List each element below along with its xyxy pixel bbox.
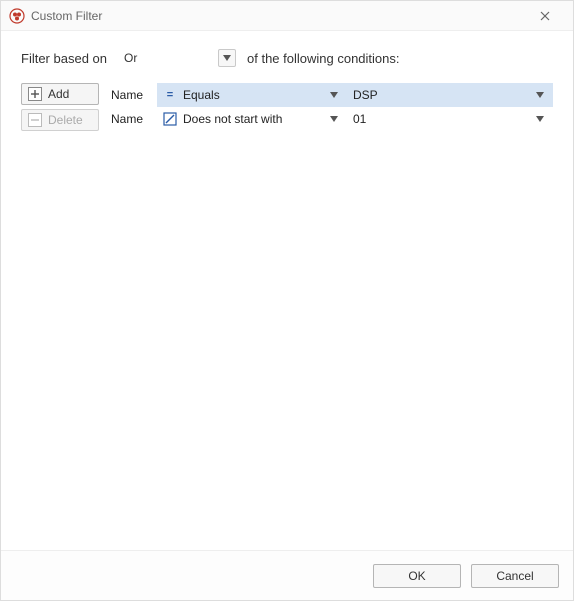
window-title: Custom Filter [31,9,525,23]
value-text: 01 [353,112,366,126]
delete-button: Delete [21,109,99,131]
filter-basis-row: Filter based on Or of the following cond… [21,47,553,69]
not-start-with-icon [163,112,177,126]
conditions-grid: Add Delete Name = Equals [21,83,553,131]
dialog-footer: OK Cancel [1,550,573,600]
value-dropdown[interactable] [533,116,547,122]
close-icon [540,11,550,21]
ok-button[interactable]: OK [373,564,461,588]
filter-suffix-label: of the following conditions: [247,51,399,66]
add-button[interactable]: Add [21,83,99,105]
field-cell[interactable]: Name [105,107,157,131]
close-button[interactable] [525,1,565,31]
add-button-label: Add [48,87,69,101]
operator-cell[interactable]: Does not start with [157,107,347,131]
chevron-down-icon [330,92,338,98]
equals-icon: = [163,88,177,102]
chevron-down-icon [223,55,231,61]
chevron-down-icon [536,92,544,98]
content: Filter based on Or of the following cond… [1,31,573,550]
side-buttons: Add Delete [21,83,99,131]
value-dropdown[interactable] [533,92,547,98]
operator-value: Equals [183,88,220,102]
operator-dropdown[interactable] [327,116,341,122]
logic-combo[interactable]: Or [117,47,237,69]
operator-cell[interactable]: = Equals [157,83,347,107]
delete-button-label: Delete [48,113,83,127]
field-value: Name [111,112,143,126]
chevron-down-icon [536,116,544,122]
chevron-down-icon [330,116,338,122]
field-value: Name [111,88,143,102]
cancel-button[interactable]: Cancel [471,564,559,588]
minus-icon [28,113,42,127]
value-cell[interactable]: DSP [347,83,553,107]
field-cell[interactable]: Name [105,83,157,107]
ok-button-label: OK [408,569,425,583]
operator-value: Does not start with [183,112,282,126]
plus-icon [28,87,42,101]
cancel-button-label: Cancel [496,569,533,583]
table-row[interactable]: Name = Equals DSP [105,83,553,107]
value-text: DSP [353,88,378,102]
logic-combo-button[interactable] [218,49,236,67]
table-row[interactable]: Name Does not start with [105,107,553,131]
conditions-table: Name = Equals DSP [105,83,553,131]
value-cell[interactable]: 01 [347,107,553,131]
operator-dropdown[interactable] [327,92,341,98]
app-icon [9,8,25,24]
titlebar: Custom Filter [1,1,573,31]
logic-combo-text: Or [118,51,143,65]
filter-prefix-label: Filter based on [21,51,107,66]
